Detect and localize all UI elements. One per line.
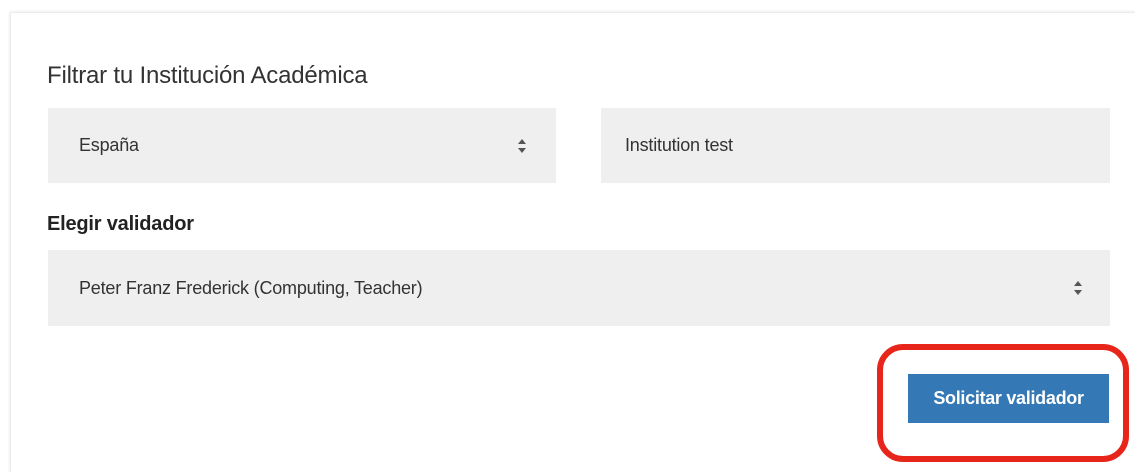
country-select-value: España [79, 135, 139, 155]
filter-title: Filtrar tu Institución Académica [47, 62, 368, 89]
validator-select[interactable]: Peter Franz Frederick (Computing, Teache… [48, 250, 1110, 326]
institution-input-value: Institution test [625, 135, 733, 155]
select-arrows-icon [1073, 279, 1083, 297]
validator-select-value: Peter Franz Frederick (Computing, Teache… [79, 277, 423, 298]
page: Filtrar tu Institución Académica España … [0, 0, 1135, 472]
validator-label: Elegir validador [47, 213, 194, 235]
select-arrows-icon [517, 137, 527, 155]
request-validator-button[interactable]: Solicitar validador [908, 374, 1109, 423]
country-select[interactable]: España [48, 108, 556, 183]
institution-input[interactable]: Institution test [601, 108, 1110, 183]
